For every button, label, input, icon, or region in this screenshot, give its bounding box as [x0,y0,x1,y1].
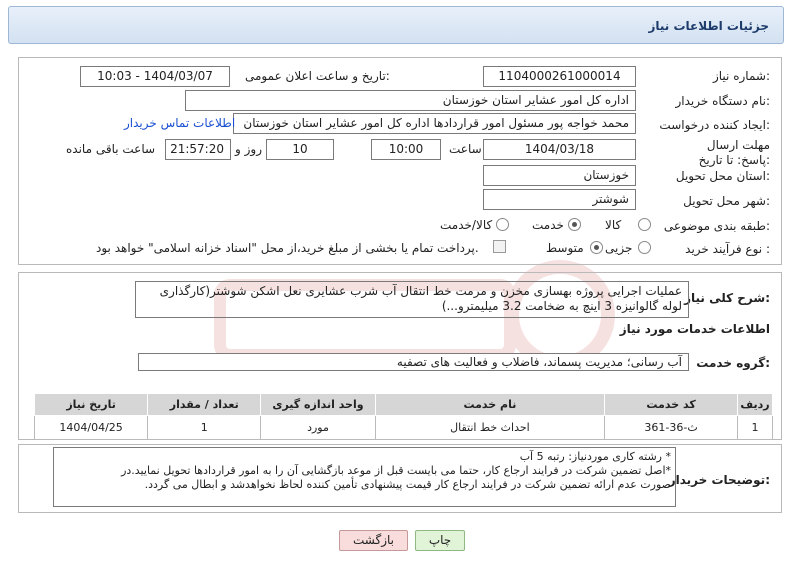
col-code: کد خدمت [604,393,738,416]
announce-date-field: 1404/03/07 - 10:03 [80,66,230,87]
creator-field: محمد خواجه پور مسئول امور قراردادها ادار… [233,113,636,134]
service-name: احداث خط انتقال [374,415,606,440]
category-goods-label: کالا [605,218,622,232]
summary-label: شرح کلی نیاز: [684,291,770,305]
buyer-notes-label: توضیحات خریدار: [668,473,770,487]
service-group-label: گروه خدمت: [696,356,770,370]
col-unit: واحد اندازه گیری [260,393,376,416]
col-row: ردیف [736,393,774,416]
process-label: نوع فرآیند خرید : [685,242,770,256]
service-code: ث-36-361 [604,415,738,440]
page-header: جزئیات اطلاعات نیاز [8,6,784,44]
buyer-field: اداره کل امور عشایر استان خوزستان [185,90,636,111]
service-qty: 1 [147,415,262,440]
service-group-field: آب رسانی؛ مدیریت پسماند، فاضلاب و فعالیت… [138,353,689,371]
remaining-time-label: ساعت باقی مانده [66,142,156,156]
process-minor-label: جزیی [605,241,633,255]
deadline-time-field: 10:00 [371,139,441,160]
row-number: 1 [736,415,774,440]
treasury-checkbox[interactable] [493,240,506,253]
category-label: طبقه بندی موضوعی: [663,219,770,233]
city-label: شهر محل تحویل: [683,194,770,208]
process-medium-label: متوسط [546,241,584,255]
process-minor-radio[interactable] [638,241,651,254]
province-label: استان محل تحویل: [675,169,770,183]
table-row: 1 ث-36-361 احداث خط انتقال مورد 1 1404/0… [33,415,774,440]
buyer-notes-line-3: صورت عدم ارائه تضمین شرکت در فرایند ارجا… [144,478,671,491]
days-label: روز و [235,142,262,156]
deadline-time-label: ساعت [449,142,482,156]
category-service-radio[interactable] [568,218,581,231]
col-name: نام خدمت [374,393,606,416]
service-date: 1404/04/25 [33,415,149,440]
city-field: شوشتر [483,189,636,210]
buyer-notes-line-1: * رشته کاری موردنیاز: رتبه 5 آب [519,450,671,463]
province-field: خوزستان [483,165,636,186]
services-section-title: اطلاعات خدمات مورد نیاز [619,322,770,336]
need-number-label: شماره نیاز: [712,69,770,83]
page-title: جزئیات اطلاعات نیاز [648,19,769,33]
services-table-header: ردیف کد خدمت نام خدمت واحد اندازه گیری ت… [33,393,774,416]
col-qty: تعداد / مقدار [147,393,262,416]
services-table: ردیف کد خدمت نام خدمت واحد اندازه گیری ت… [33,393,774,440]
deadline-label: مهلت ارسال پاسخ: تا تاریخ: [698,138,770,167]
category-service-label: خدمت [532,218,564,232]
summary-text: عملیات اجرایی پروژه بهسازی مخزن و مرمت خ… [135,281,689,318]
buyer-notes-text: * رشته کاری موردنیاز: رتبه 5 آب *اصل تضم… [53,447,676,507]
creator-label: ایجاد کننده درخواست: [659,118,770,132]
need-number-field: 1104000261000014 [483,66,636,87]
service-unit: مورد [260,415,376,440]
remaining-time-field: 21:57:20 [165,139,231,160]
back-button[interactable]: بازگشت [339,530,408,551]
buyer-contact-link[interactable]: اطلاعات تماس خریدار [124,116,235,130]
days-field: 10 [266,139,334,160]
print-button[interactable]: چاپ [415,530,465,551]
category-goods-service-radio[interactable] [496,218,509,231]
need-info-panel [18,57,782,265]
category-goods-service-label: کالا/خدمت [440,218,493,232]
buyer-notes-line-2: *اصل تضمین شرکت در فرایند ارجاع کار، حتم… [121,464,671,477]
category-goods-radio[interactable] [638,218,651,231]
buyer-label: نام دستگاه خریدار: [675,94,771,108]
payment-note: پرداخت تمام یا بخشی از مبلغ خرید،از محل … [96,241,479,255]
col-date: تاریخ نیاز [33,393,149,416]
announce-date-label: تاریخ و ساعت اعلان عمومی: [245,69,390,83]
process-medium-radio[interactable] [590,241,603,254]
deadline-date-field: 1404/03/18 [483,139,636,160]
